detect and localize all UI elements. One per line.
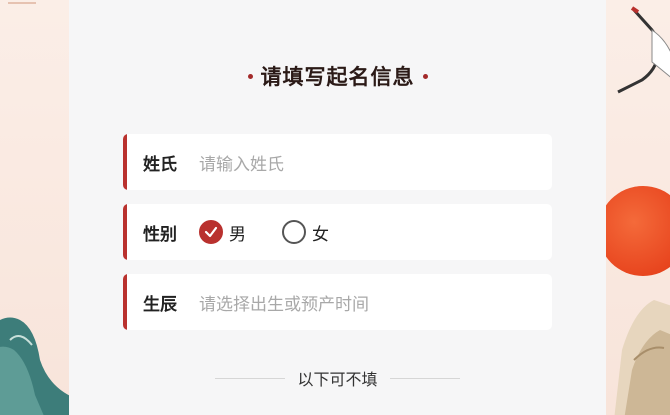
divider-line-right [389, 377, 460, 379]
surname-field[interactable]: 姓氏 请输入姓氏 [123, 134, 552, 190]
gender-option-label: 女 [312, 224, 329, 245]
optional-section-label: 以下可不填 [297, 370, 378, 389]
birth-field[interactable]: 生辰 请选择出生或预产时间 [123, 274, 552, 330]
radio-unchecked-icon[interactable] [282, 220, 306, 244]
title-dot-left [247, 73, 253, 79]
gender-option-label: 男 [229, 224, 246, 245]
gender-radio-group: 男 女 [199, 220, 365, 245]
decorative-dash [8, 2, 36, 4]
gender-label: 性别 [143, 224, 177, 245]
form-title-row: 请填写起名信息 [69, 59, 606, 93]
surname-label: 姓氏 [143, 154, 177, 175]
divider-line-left [215, 377, 286, 379]
gender-option-female[interactable]: 女 [282, 220, 329, 245]
surname-input[interactable]: 请输入姓氏 [199, 150, 284, 175]
form-title: 请填写起名信息 [260, 64, 415, 89]
crane-illustration [617, 6, 670, 94]
sun-illustration [598, 186, 670, 276]
title-dot-right [422, 73, 428, 79]
rock-illustration [614, 300, 670, 415]
birth-label: 生辰 [143, 294, 177, 315]
gender-field: 性别 男 女 [123, 204, 552, 260]
radio-checked-icon[interactable] [199, 220, 223, 244]
optional-divider: 以下可不填 [69, 366, 606, 390]
birth-time-picker[interactable]: 请选择出生或预产时间 [199, 290, 369, 315]
gender-option-male[interactable]: 男 [199, 220, 246, 245]
form-card: 请填写起名信息 姓氏 请输入姓氏 性别 男 女 生辰 请选择出生或预产时间 以下… [69, 0, 606, 415]
